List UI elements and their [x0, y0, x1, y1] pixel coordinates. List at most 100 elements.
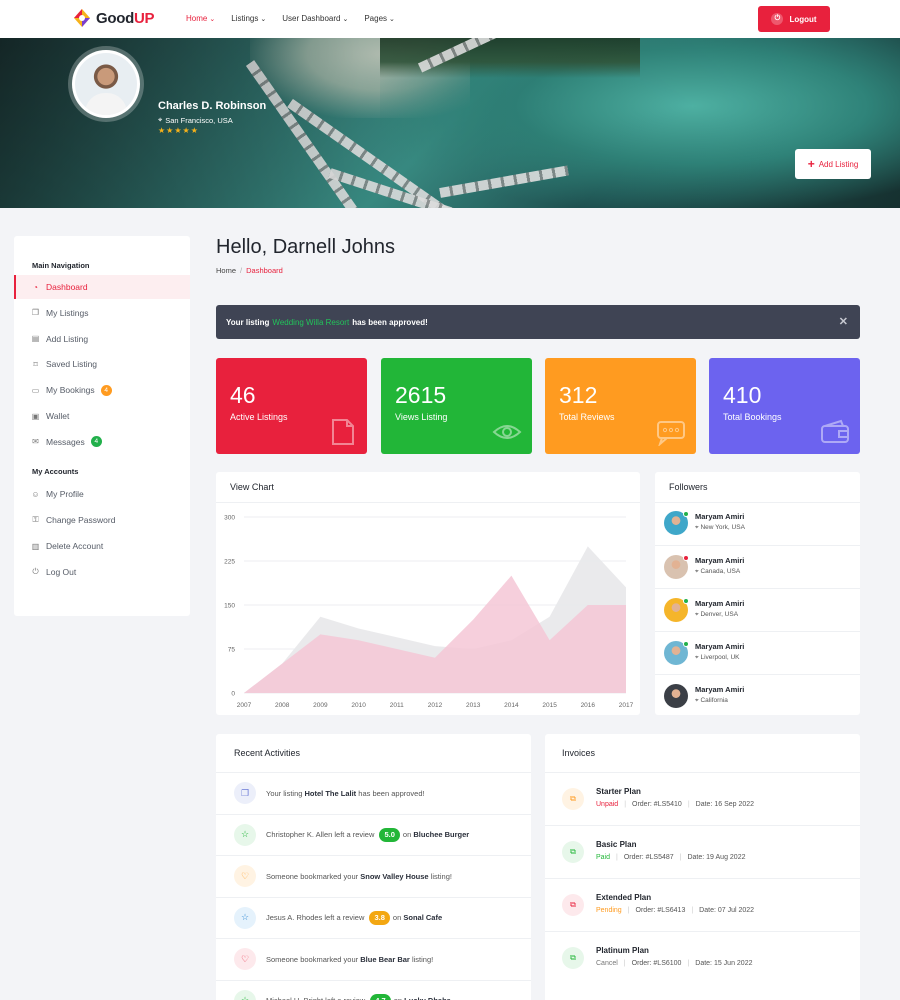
sidebar-item-my-profile[interactable]: ☺ My Profile [14, 482, 190, 506]
y-tick-label: 150 [224, 603, 235, 610]
sidebar-item-label: Change Password [46, 515, 116, 525]
divider: | [627, 907, 630, 914]
nav-user-dashboard[interactable]: User Dashboard ⌄ [282, 14, 348, 23]
invoice-plan-name: Extended Plan [596, 893, 652, 902]
file-plus-icon: ▤ [31, 334, 40, 344]
activity-text: Jesus A. Rhodes left a review 3.8 on Sona… [266, 910, 442, 925]
sidebar-item-label: Delete Account [46, 541, 104, 551]
star-icon: ☆ [234, 906, 256, 929]
sidebar-section-main: Main Navigation [32, 261, 90, 270]
invoice-item[interactable]: ⧉ Starter Plan Unpaid | Order: #LS5410 | Date:… [545, 772, 860, 825]
invoice-icon: ⧉ [562, 894, 584, 916]
sidebar-item-label: Saved Listing [46, 359, 98, 370]
invoice-item[interactable]: ⧉ Basic Plan Paid | Order: #LS5487 | Date: 19 … [545, 825, 860, 878]
invoice-date: Date: 07 Jul 2022 [699, 907, 755, 914]
activity-listing-link[interactable]: Hotel The Lalit [305, 789, 357, 798]
follower-item[interactable]: Maryam Amiri ⌖ Liverpool, UK [655, 631, 860, 674]
invoice-plan-name: Basic Plan [596, 840, 637, 849]
activity-listing-link[interactable]: Sonal Cafe [403, 913, 442, 922]
chat-icon [657, 421, 685, 446]
invoice-item[interactable]: ⧉ Platinum Plan Cancel | Order: #LS6100 | Date… [545, 931, 860, 984]
activity-pre: Someone bookmarked your [266, 954, 359, 964]
activity-listing-link[interactable]: Snow Valley House [360, 872, 428, 881]
follower-name: Maryam Amiri [695, 642, 745, 651]
sidebar-item-change-password[interactable]: ⚿ Change Password [14, 508, 190, 532]
sidebar-item-add-listing[interactable]: ▤ Add Listing [14, 327, 190, 351]
stat-value: 312 [559, 382, 598, 408]
chevron-down-icon: ⌄ [260, 15, 267, 23]
logo[interactable]: GoodUP [72, 8, 155, 28]
x-tick-label: 2009 [313, 702, 328, 709]
status-dot [683, 598, 689, 604]
sidebar-item-my-bookings[interactable]: ▭ My Bookings 4 [14, 378, 190, 402]
follower-location: ⌖ Denver, USA [695, 611, 738, 619]
nav-listings[interactable]: Listings ⌄ [231, 14, 266, 23]
invoice-order: Order: #LS5487 [623, 854, 674, 861]
stat-card-total-reviews: 312 Total Reviews [545, 358, 696, 454]
notice-listing-link[interactable]: Wedding Willa Resort [272, 318, 349, 327]
invoices-card: Invoices ⧉ Starter Plan Unpaid | Order: #LS5… [545, 734, 860, 1000]
x-tick-label: 2011 [390, 702, 404, 709]
nav-home[interactable]: Home ⌄ [186, 14, 215, 23]
invoice-order: Order: #LS5410 [632, 801, 682, 808]
sidebar-item-delete-account[interactable]: ▥ Delete Account [14, 534, 190, 558]
stat-card-active-listings: 46 Active Listings [216, 358, 367, 454]
sidebar-item-my-listings[interactable]: ❐ My Listings [14, 301, 190, 325]
nav-label: Pages [364, 14, 388, 23]
sidebar-item-wallet[interactable]: ▣ Wallet [14, 404, 190, 428]
page-title: Hello, Darnell Johns [216, 236, 395, 258]
follower-location: ⌖ California [695, 697, 728, 705]
x-tick-label: 2010 [351, 702, 366, 709]
envelope-icon: ✉ [32, 437, 39, 447]
breadcrumb-home[interactable]: Home [216, 266, 236, 275]
file-icon [332, 419, 354, 445]
invoice-date: Date: 19 Aug 2022 [687, 854, 746, 861]
map-pin-icon: ⌖ [158, 115, 163, 124]
close-icon[interactable]: ✕ [839, 315, 848, 328]
invoice-meta: Paid | Order: #LS5487 | Date: 19 Aug 2022 [596, 854, 745, 861]
logout-button[interactable]: ⏻ Logout [758, 6, 830, 32]
view-chart-card: View Chart 0 75 150 225 300 2007 2008 2009 2010 2… [216, 472, 640, 715]
main-nav: Home ⌄ Listings ⌄ User Dashboard ⌄ Pages ⌄ [186, 14, 395, 23]
follower-item[interactable]: Maryam Amiri ⌖ Denver, USA [655, 588, 860, 631]
follower-name: Maryam Amiri [695, 685, 745, 694]
follower-location-text: New York, USA [700, 524, 745, 531]
invoice-meta: Pending | Order: #LS6413 | Date: 07 Jul 2022 [596, 907, 754, 914]
activity-listing-link[interactable]: Bluchee Burger [413, 830, 469, 839]
nav-pages[interactable]: Pages ⌄ [364, 14, 395, 23]
stat-label: Total Bookings [723, 412, 782, 422]
power-icon: ⏻ [32, 567, 39, 576]
followers-card: Followers Maryam Amiri ⌖ New York, USA Mar… [655, 472, 860, 715]
invoice-status: Pending [596, 907, 622, 914]
activity-mid: on [392, 912, 402, 922]
x-tick-label: 2013 [466, 702, 481, 709]
profile-avatar [72, 50, 140, 118]
sidebar-item-saved-listing[interactable]: ⌑ Saved Listing [14, 352, 190, 376]
activity-text: Christopher K. Allen left a review 5.0 on… [266, 827, 469, 842]
sidebar-item-dashboard[interactable]: ◔ Dashboard [14, 275, 190, 299]
nav-label: User Dashboard [282, 14, 341, 23]
invoice-icon: ⧉ [562, 947, 584, 969]
activity-item: ❐ Your listing Hotel The Lalit has been a… [216, 772, 531, 813]
plus-icon: + [807, 157, 815, 171]
add-listing-button[interactable]: + Add Listing [795, 149, 871, 179]
invoice-item[interactable]: ⧉ Extended Plan Pending | Order: #LS6413 | Dat… [545, 878, 860, 931]
follower-item[interactable]: Maryam Amiri ⌖ New York, USA [655, 502, 860, 545]
sidebar-item-label: My Bookings [46, 385, 95, 396]
follower-item[interactable]: Maryam Amiri ⌖ Canada, USA [655, 545, 860, 588]
activity-listing-link[interactable]: Lucky Dhaba [404, 996, 451, 1000]
follower-item[interactable]: Maryam Amiri ⌖ California [655, 674, 860, 717]
sidebar-section-accounts: My Accounts [32, 467, 79, 476]
stat-card-total-bookings: 410 Total Bookings [709, 358, 860, 454]
activity-text: Michael H. Bright left a review 4.7 on Lu… [266, 993, 451, 1000]
sidebar-item-log-out[interactable]: ⏻ Log Out [14, 560, 190, 584]
x-tick-label: 2012 [428, 702, 443, 709]
activity-item: ☆ Christopher K. Allen left a review 5.0 o… [216, 813, 531, 855]
activity-listing-link[interactable]: Blue Bear Bar [360, 955, 410, 964]
power-icon: ⏻ [771, 13, 784, 25]
activity-item: ☆ Jesus A. Rhodes left a review 3.8 on Son… [216, 896, 531, 938]
status-dot [683, 555, 689, 561]
profile-name: Charles D. Robinson [158, 100, 267, 112]
sidebar-item-messages[interactable]: ✉ Messages 4 [14, 430, 190, 454]
sidebar-item-label: My Profile [46, 489, 84, 499]
